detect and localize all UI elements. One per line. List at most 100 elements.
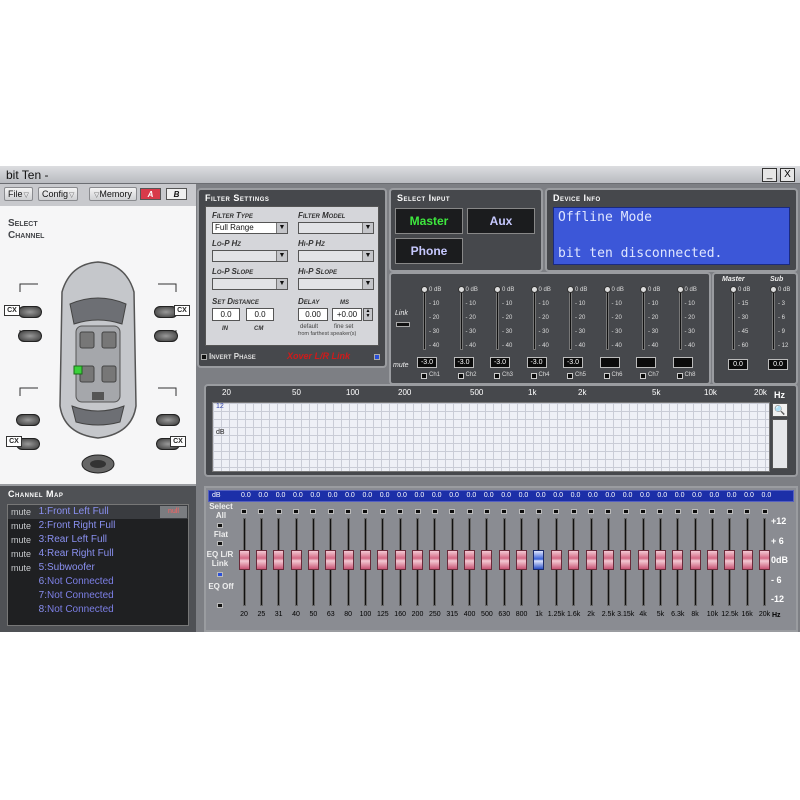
channel-level-knob[interactable] — [530, 286, 538, 293]
channel-level-track[interactable] — [678, 288, 682, 350]
channel-level-value[interactable]: -3.0 — [490, 357, 510, 368]
eq-band-knob[interactable] — [273, 550, 285, 570]
delay-stepper[interactable]: ▲ ▼ — [363, 308, 373, 321]
select-all-button[interactable] — [217, 523, 223, 528]
master-level-track[interactable] — [732, 288, 735, 350]
eq-band-select-button[interactable] — [570, 509, 577, 514]
speaker-rear-left-tweeter[interactable] — [16, 414, 40, 426]
sub-level-knob[interactable] — [770, 286, 777, 293]
delay-default-field[interactable]: 0.00 — [298, 308, 328, 321]
graph-scrollbar[interactable] — [772, 419, 788, 469]
flat-button[interactable] — [217, 541, 223, 546]
channel-checkbox[interactable] — [421, 373, 427, 379]
config-menu[interactable]: Config▽ — [38, 187, 79, 201]
channel-level-value[interactable]: -3.0 — [563, 357, 583, 368]
eq-band-select-button[interactable] — [241, 509, 247, 514]
channel-level-knob[interactable] — [421, 286, 428, 293]
hip-slope-select[interactable]: ▼ — [298, 278, 374, 290]
eq-band-select-button[interactable] — [518, 509, 525, 514]
eq-band-select-button[interactable] — [431, 509, 438, 514]
sub-level-value[interactable]: 0.0 — [768, 359, 788, 370]
eq-band-knob[interactable] — [290, 550, 302, 570]
filter-type-select[interactable]: Full Range ▼ — [212, 222, 288, 234]
eq-band-select-button[interactable] — [674, 509, 681, 514]
input-phone-button[interactable]: Phone — [395, 238, 463, 264]
eq-band-select-button[interactable] — [535, 509, 542, 514]
eq-band-knob[interactable] — [325, 550, 337, 570]
eq-band-knob[interactable] — [533, 550, 545, 570]
eq-band-select-button[interactable] — [709, 509, 716, 514]
eq-band-knob[interactable] — [724, 550, 736, 570]
eq-band-knob[interactable] — [498, 550, 510, 570]
channel-checkbox[interactable] — [603, 373, 610, 379]
eq-band-knob[interactable] — [238, 550, 250, 570]
eq-band-knob[interactable] — [759, 550, 770, 570]
cx-rear-right[interactable]: CX — [170, 436, 186, 447]
eq-band-knob[interactable] — [429, 550, 441, 570]
eq-band-knob[interactable] — [255, 550, 267, 570]
file-menu[interactable]: File▽ — [4, 187, 33, 201]
zoom-icon[interactable]: 🔍 — [772, 403, 788, 417]
eq-band-select-button[interactable] — [362, 509, 369, 514]
eq-band-select-button[interactable] — [726, 509, 733, 514]
memory-a-button[interactable]: A — [140, 188, 161, 200]
memory-menu[interactable]: ▽Memory — [89, 187, 137, 201]
input-aux-button[interactable]: Aux — [467, 208, 535, 234]
eq-lr-link-button[interactable] — [217, 572, 223, 577]
eq-band-knob[interactable] — [359, 550, 371, 570]
eq-band-knob[interactable] — [654, 550, 666, 570]
list-item[interactable]: mute 4: Rear Right Full — [8, 547, 188, 561]
channel-checkbox[interactable] — [457, 373, 464, 379]
list-item[interactable]: mute 3: Rear Left Full — [8, 533, 188, 547]
eq-band-select-button[interactable] — [258, 509, 265, 514]
distance-in-field[interactable]: 0.0 — [212, 308, 240, 321]
eq-band-select-button[interactable] — [553, 509, 560, 514]
eq-band-select-button[interactable] — [501, 509, 508, 514]
list-item[interactable]: mute 5: Subwoofer — [8, 561, 188, 575]
list-item[interactable]: 7: Not Connected — [8, 589, 188, 603]
channel-level-track[interactable] — [423, 288, 426, 350]
mute-toggle[interactable]: mute — [11, 505, 31, 519]
eq-band-select-button[interactable] — [345, 509, 352, 514]
eq-off-button[interactable] — [217, 603, 223, 608]
cx-front-right[interactable]: CX — [174, 305, 190, 316]
channel-level-track[interactable] — [605, 288, 609, 350]
eq-band-knob[interactable] — [464, 550, 476, 570]
channel-checkbox[interactable] — [676, 373, 683, 379]
eq-band-knob[interactable] — [342, 550, 354, 570]
eq-band-select-button[interactable] — [466, 509, 473, 514]
eq-band-select-button[interactable] — [605, 509, 612, 514]
close-button[interactable]: X — [780, 168, 795, 182]
channel-level-value[interactable]: -3.0 — [417, 357, 437, 368]
minimize-button[interactable]: _ — [762, 168, 777, 182]
eq-band-knob[interactable] — [307, 550, 319, 570]
xover-link-checkbox[interactable] — [374, 354, 380, 360]
eq-band-select-button[interactable] — [640, 509, 647, 514]
channel-checkbox[interactable] — [640, 373, 646, 379]
eq-band-select-button[interactable] — [657, 509, 664, 514]
eq-band-select-button[interactable] — [327, 509, 334, 514]
eq-band-knob[interactable] — [741, 550, 753, 570]
channel-checkbox[interactable] — [530, 373, 537, 379]
mute-toggle[interactable]: mute — [11, 547, 31, 561]
list-item[interactable]: 6: Not Connected — [8, 575, 188, 589]
eq-band-knob[interactable] — [706, 550, 718, 570]
input-master-button[interactable]: Master — [395, 208, 463, 234]
channel-level-value[interactable] — [599, 357, 620, 368]
channel-checkbox[interactable] — [567, 373, 573, 379]
eq-band-knob[interactable] — [446, 550, 458, 570]
list-item[interactable]: mute 1: Front Left Full — [8, 505, 188, 519]
eq-band-select-button[interactable] — [588, 509, 594, 514]
speaker-rear-right-tweeter[interactable] — [156, 414, 180, 426]
cx-front-left[interactable]: CX — [4, 305, 20, 316]
frequency-response-graph[interactable]: 12 dB — [212, 402, 770, 472]
eq-band-select-button[interactable] — [414, 509, 421, 514]
speaker-front-left-woofer[interactable] — [18, 330, 42, 342]
channel-level-value[interactable]: -3.0 — [453, 357, 474, 368]
eq-band-select-button[interactable] — [744, 509, 751, 514]
eq-band-select-button[interactable] — [293, 509, 300, 514]
lop-hz-select[interactable]: ▼ — [212, 250, 288, 262]
lop-slope-select[interactable]: ▼ — [212, 278, 288, 290]
eq-band-knob[interactable] — [516, 550, 528, 570]
channel-level-value[interactable] — [672, 357, 693, 368]
